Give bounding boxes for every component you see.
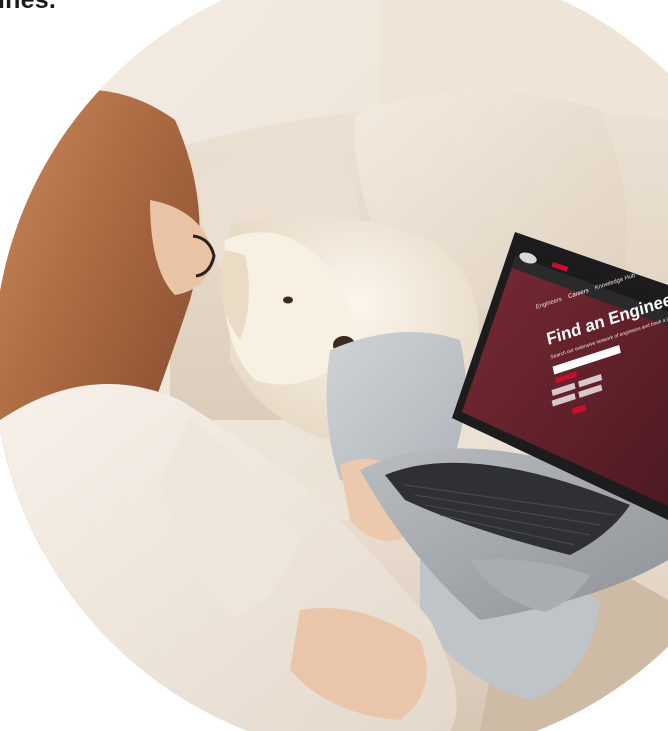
page: ines. Engineers Careers Knowledge Hub Fi…	[0, 0, 668, 731]
lifestyle-photo: Engineers Careers Knowledge Hub Find an …	[0, 0, 668, 731]
